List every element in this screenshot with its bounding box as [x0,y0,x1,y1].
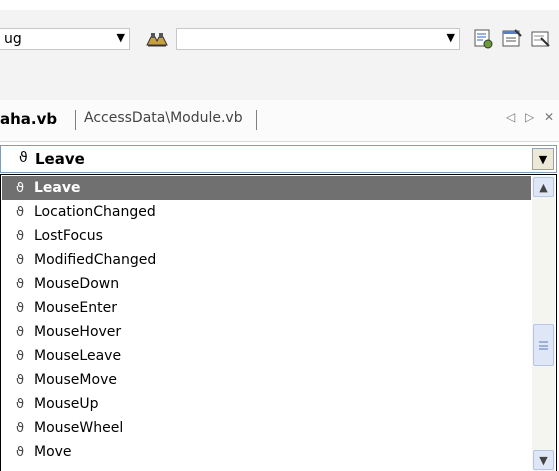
method-name-value: Leave [35,150,85,168]
event-icon: ϑ [16,396,25,412]
list-item-label: MouseDown [34,276,120,292]
list-item-label: MouseMove [34,372,117,388]
document-tab-bar: aha.vb AccessData\Module.vb ◁ ▷ ✕ [0,100,559,142]
list-item[interactable]: ϑ MouseDown [2,272,531,296]
secondary-toolbar [0,66,559,101]
event-icon: ϑ [16,372,25,388]
list-item[interactable]: ϑ LocationChanged [2,200,531,224]
event-icon: ϑ [19,150,28,166]
grip-icon [539,340,548,350]
close-icon[interactable]: ✕ [544,110,554,124]
event-icon: ϑ [16,300,25,316]
event-icon: ϑ [16,228,25,244]
scroll-tabs-left-icon[interactable]: ◁ [506,110,515,124]
list-item-label: LostFocus [34,228,103,244]
list-item[interactable]: ϑ MouseHover [2,320,531,344]
chevron-down-icon[interactable]: ▼ [447,31,455,44]
tab-module-vb[interactable]: AccessData\Module.vb [84,110,243,126]
list-item[interactable]: ϑ MouseLeave [2,344,531,368]
list-item-label: MouseHover [34,324,122,340]
find-combo[interactable]: ▼ [176,28,460,50]
events-dropdown-list[interactable]: ϑ Move ϑ MouseWheel ϑ MouseUp ϑ MouseMove ϑ Mouse… [0,174,557,471]
event-icon: ϑ [16,204,25,220]
list-item[interactable]: ϑ ModifiedChanged [2,248,531,272]
vertical-scrollbar[interactable]: ▲ ▼ [532,176,555,471]
list-item-label: ModifiedChanged [34,252,157,268]
list-item-label: Move [34,444,72,460]
toolbar-top-strip [0,0,559,10]
list-item[interactable]: ϑ MouseWheel [2,416,531,440]
scroll-tabs-right-icon[interactable]: ▷ [525,110,534,124]
list-item[interactable]: ϑ LostFocus [2,224,531,248]
chevron-down-icon[interactable]: ▼ [117,31,125,44]
event-icon: ϑ [16,252,25,268]
list-item-label: LocationChanged [34,204,156,220]
tab-aha-vb[interactable]: aha.vb [0,110,57,130]
solution-config-combo[interactable]: ug ▼ [0,28,130,50]
event-icon: ϑ [16,420,25,436]
chevron-down-icon: ▼ [539,453,548,467]
event-icon: ϑ [16,180,25,196]
list-item[interactable]: ϑ MouseMove [2,368,531,392]
scrollbar-thumb[interactable] [533,324,554,366]
list-item[interactable]: ϑ MouseEnter [2,296,531,320]
event-icon: ϑ [16,348,25,364]
chevron-down-icon[interactable]: ▼ [532,148,554,170]
find-in-files-icon[interactable] [145,30,169,48]
list-item[interactable]: ϑ Leave [2,176,531,200]
event-icon: ϑ [16,276,25,292]
event-icon: ϑ [16,324,25,340]
scroll-down-button[interactable]: ▼ [533,450,554,470]
list-item-label: MouseUp [34,396,99,412]
list-item[interactable]: ϑ Move [2,440,531,464]
tab-separator [256,110,257,130]
method-name-combo[interactable]: ϑ Leave ▼ [0,145,557,173]
tab-separator [75,110,76,130]
chevron-up-icon: ▲ [539,180,548,194]
solution-config-value: ug [4,31,22,47]
scroll-up-button[interactable]: ▲ [533,177,554,197]
list-item-label: MouseWheel [34,420,124,436]
list-item-label: MouseEnter [34,300,118,316]
properties-icon[interactable] [500,27,524,51]
event-icon: ϑ [16,444,25,460]
toolbox-icon[interactable] [528,27,552,51]
list-item-label: MouseLeave [34,348,122,364]
standard-toolbar: ug ▼ ▼ [0,0,559,66]
solution-explorer-icon[interactable] [472,27,496,51]
list-item[interactable]: ϑ MouseUp [2,392,531,416]
list-item-label: Leave [34,180,81,196]
